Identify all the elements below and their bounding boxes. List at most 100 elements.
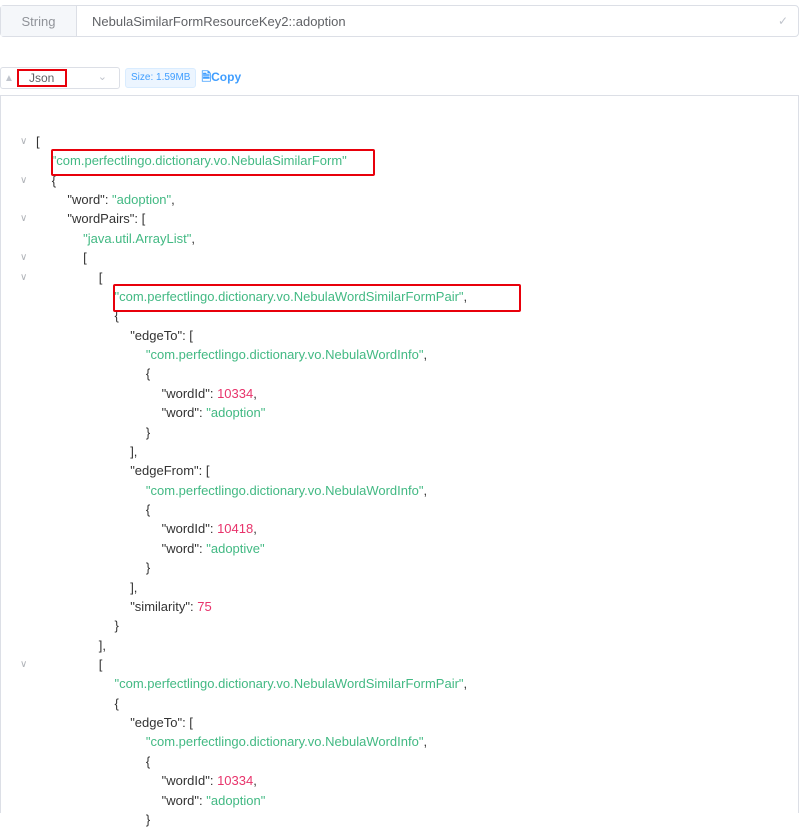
json-key: "edgeFrom" (130, 463, 199, 479)
json-line: "word": "adoption" (162, 791, 266, 810)
key-name-input[interactable]: NebulaSimilarFormResourceKey2::adoption (77, 6, 768, 36)
json-string: "java.util.ArrayList" (83, 230, 192, 246)
document-icon: 🗎 (201, 69, 212, 84)
json-line: "word": "adoptive" (162, 539, 265, 558)
json-key: "word" (67, 192, 105, 208)
json-punct: } (145, 811, 151, 827)
json-punct: , (423, 734, 428, 750)
json-punct: : (209, 385, 218, 401)
json-line: { (146, 500, 150, 519)
json-line: [ (99, 268, 103, 287)
json-line: "com.perfectlingo.dictionary.vo.NebulaWo… (146, 481, 427, 500)
json-punct: ], (130, 443, 138, 459)
fold-toggle-icon[interactable]: ∨ (20, 209, 32, 228)
json-line: "word": "adoption", (67, 190, 174, 209)
json-line: { (146, 364, 150, 383)
json-line: "com.perfectlingo.dictionary.vo.NebulaWo… (115, 674, 468, 693)
json-punct: [ (83, 250, 87, 266)
json-punct: [ (98, 656, 103, 672)
json-line: ], (130, 578, 137, 597)
viewer-toolbar: ▲ Json ⌄ Size: 1.59MB 🗎Copy (0, 67, 241, 89)
json-punct: , (463, 676, 468, 692)
format-select-value: Json (17, 69, 67, 87)
json-punct: : [ (182, 327, 193, 343)
json-punct: { (145, 502, 151, 518)
json-punct: , (423, 482, 428, 498)
json-punct: : (209, 773, 218, 789)
json-string: "com.perfectlingo.dictionary.vo.NebulaWo… (145, 734, 424, 750)
check-icon[interactable]: ✓ (768, 6, 798, 36)
json-punct: , (171, 192, 175, 208)
json-line: ], (99, 636, 106, 655)
json-punct: { (145, 366, 151, 382)
json-string: "com.perfectlingo.dictionary.vo.NebulaWo… (145, 482, 424, 498)
json-line: { (146, 752, 150, 771)
json-punct: } (145, 560, 151, 576)
json-punct: [ (36, 134, 40, 149)
tree-icon: ▲ (4, 72, 14, 84)
key-type-label: String (1, 6, 77, 36)
json-punct: : [ (134, 211, 146, 227)
json-line: } (146, 558, 150, 577)
json-punct: , (191, 230, 195, 246)
chevron-down-icon: ⌄ (97, 71, 107, 83)
json-line: [ (36, 132, 40, 151)
json-punct: : [ (182, 715, 193, 731)
key-bar: String NebulaSimilarFormResourceKey2::ad… (0, 5, 799, 37)
json-line: } (146, 423, 150, 442)
json-line: "edgeTo": [ (130, 326, 193, 345)
json-line: "wordId": 10334, (162, 771, 257, 790)
json-string: "adoption" (206, 405, 266, 421)
json-line: "wordId": 10334, (162, 384, 257, 403)
json-punct: ], (130, 579, 138, 595)
json-key: "word" (161, 540, 200, 556)
fold-toggle-icon[interactable]: ∨ (20, 655, 32, 674)
json-punct: : (209, 521, 218, 537)
json-punct: { (114, 695, 119, 711)
json-number: 75 (197, 598, 212, 614)
json-punct: } (145, 424, 151, 440)
json-line: "com.perfectlingo.dictionary.vo.NebulaWo… (146, 345, 427, 364)
json-key: "wordId" (161, 521, 210, 537)
json-punct: ], (98, 637, 107, 653)
json-line: "java.util.ArrayList", (83, 229, 195, 248)
json-key: "edgeTo" (130, 715, 183, 731)
highlight-box (113, 284, 521, 312)
json-key: "similarity" (130, 598, 190, 614)
format-select[interactable]: ▲ Json ⌄ (0, 67, 120, 89)
copy-label: Copy (211, 69, 242, 84)
json-line: } (115, 616, 119, 635)
json-punct: [ (98, 269, 103, 285)
fold-toggle-icon[interactable]: ∨ (20, 268, 32, 287)
fold-toggle-icon[interactable]: ∨ (20, 248, 32, 267)
json-punct: } (114, 618, 119, 634)
fold-toggle-icon[interactable]: ∨ (20, 132, 32, 151)
copy-button[interactable]: 🗎Copy (201, 68, 241, 89)
json-line: [ (99, 655, 103, 674)
json-line: { (115, 694, 119, 713)
json-punct: : (104, 192, 113, 208)
json-punct: , (423, 347, 428, 363)
json-line: "wordPairs": [ (67, 209, 145, 228)
json-punct: { (145, 753, 151, 769)
highlight-box (51, 149, 375, 176)
json-key: "wordId" (161, 385, 210, 401)
json-punct: , (253, 521, 257, 537)
json-string: "adoptive" (206, 540, 265, 556)
json-key: "word" (161, 405, 200, 421)
json-line: "wordId": 10418, (162, 519, 257, 538)
size-badge: Size: 1.59MB (125, 68, 197, 88)
json-viewer: ∨ [ "com.perfectlingo.dictionary.vo.Nebula… (0, 95, 799, 827)
json-string: "com.perfectlingo.dictionary.vo.NebulaWo… (114, 676, 464, 692)
fold-toggle-icon[interactable]: ∨ (20, 171, 32, 190)
json-key: "edgeTo" (130, 327, 183, 343)
json-key: "wordId" (161, 773, 210, 789)
json-line: "edgeFrom": [ (130, 461, 209, 480)
json-punct: , (253, 773, 257, 789)
json-number: 10334 (217, 773, 254, 789)
json-line: ], (130, 442, 137, 461)
json-string: "adoption" (112, 192, 172, 208)
json-punct: : [ (198, 463, 210, 479)
json-key: "word" (161, 792, 200, 808)
json-string: "adoption" (206, 792, 266, 808)
